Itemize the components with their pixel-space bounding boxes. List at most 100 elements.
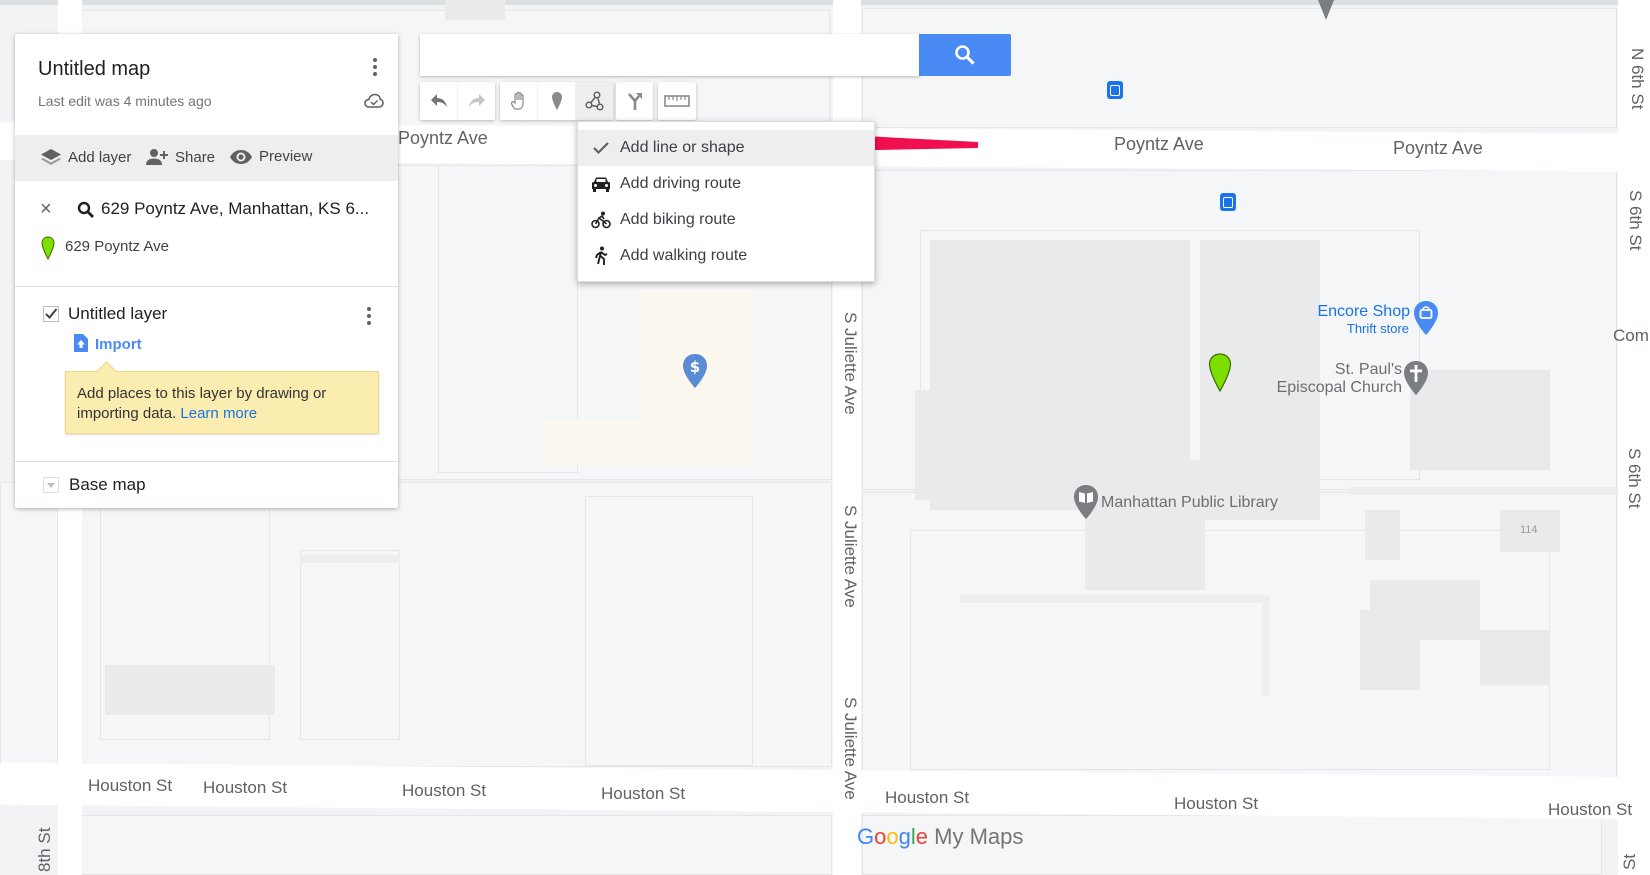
base-map-toggle[interactable] [43, 477, 59, 493]
building [105, 665, 275, 715]
shopping-pin-icon[interactable] [1413, 300, 1439, 336]
menu-item-label: Add walking route [620, 247, 748, 264]
preview-label: Preview [259, 148, 313, 165]
last-edit-status: Last edit was 4 minutes ago [38, 93, 212, 109]
layers-icon [41, 149, 61, 165]
search-query: 629 Poyntz Ave, Manhattan, KS 6... [101, 199, 370, 218]
menu-item-add-line-or-shape[interactable]: Add line or shape [578, 130, 874, 166]
menu-item-label: Add biking route [620, 211, 736, 228]
add-layer-button[interactable]: Add layer [40, 148, 131, 166]
eye-icon [230, 149, 252, 164]
street-label: Poyntz Ave [398, 128, 488, 148]
close-search-icon[interactable]: × [40, 198, 52, 221]
menu-item-add-biking-route[interactable]: Add biking route [578, 202, 874, 238]
layer-tip: Add places to this layer by drawing or i… [65, 361, 379, 434]
google-letter: g [898, 824, 911, 849]
measure-group [658, 82, 696, 120]
search-button[interactable] [919, 34, 1011, 76]
add-marker-button[interactable] [538, 82, 576, 120]
base-map-label[interactable]: Base map [69, 475, 146, 495]
poi-name[interactable]: Episcopal Church [1230, 379, 1402, 397]
measure-button[interactable] [658, 82, 696, 120]
library-pin-icon[interactable] [1073, 484, 1099, 520]
poi-name[interactable]: St. Paul's [1230, 361, 1402, 379]
map-block [80, 815, 832, 875]
tools-group [500, 82, 613, 120]
church-pin-icon[interactable] [1403, 360, 1429, 396]
poi-type: Thrift store [1346, 321, 1409, 336]
menu-item-label: Add line or shape [620, 139, 745, 156]
import-link[interactable]: Import [95, 336, 142, 353]
building [915, 390, 995, 500]
building [1085, 460, 1205, 590]
bank-lot [545, 420, 655, 465]
menu-item-add-walking-route[interactable]: Add walking route [578, 238, 874, 274]
directions-group [616, 82, 653, 120]
draw-menu: Add line or shape Add driving route Add … [577, 121, 875, 282]
caret-down-icon [47, 482, 55, 488]
product-name: My Maps [934, 824, 1024, 849]
bank-pin-icon[interactable]: $ [682, 353, 708, 389]
preview-button[interactable]: Preview [229, 148, 312, 165]
add-directions-button[interactable] [616, 82, 653, 120]
bus-stop-icon[interactable] [1220, 193, 1236, 211]
more-options-icon[interactable] [373, 58, 377, 79]
location-marker-icon [41, 236, 55, 260]
share-label: Share [175, 148, 216, 166]
street-label: S Juliette Ave [841, 505, 860, 608]
map-pin-icon [1318, 0, 1334, 20]
redo-button[interactable] [458, 82, 495, 120]
street-label: S Juliette Ave [841, 697, 860, 800]
lot [910, 530, 1550, 770]
street-label: Poyntz Ave [1114, 134, 1204, 154]
bike-icon [591, 211, 611, 229]
tip-pointer [97, 361, 116, 380]
google-letter: e [915, 824, 929, 849]
street-label: Houston St [88, 776, 173, 795]
share-button[interactable]: Share [145, 148, 215, 166]
map-title[interactable]: Untitled map [38, 58, 150, 81]
undo-button[interactable] [420, 82, 458, 120]
driveway [1350, 487, 1618, 495]
draw-line-button[interactable] [576, 82, 613, 120]
draw-line-icon [584, 91, 604, 111]
search-icon [955, 45, 975, 65]
directions-icon [627, 93, 642, 110]
cloud-saved-icon [364, 93, 384, 108]
map-block [0, 482, 58, 767]
check-icon [593, 142, 609, 155]
layer-checkbox[interactable] [43, 306, 59, 322]
street-label: Houston St [402, 781, 487, 800]
tip-text: Add places to this layer by drawing or i… [77, 384, 372, 424]
select-tool-button[interactable] [500, 82, 538, 120]
search-result-section: × 629 Poyntz Ave, Manhattan, KS 6... 629… [15, 181, 398, 321]
lot [585, 496, 753, 766]
map-search-input[interactable] [420, 34, 920, 76]
lot [300, 550, 400, 740]
layer-name[interactable]: Untitled layer [68, 304, 167, 324]
menu-item-add-driving-route[interactable]: Add driving route [578, 166, 874, 202]
search-icon [77, 201, 94, 218]
bus-stop-icon[interactable] [1107, 81, 1123, 99]
add-layer-label: Add layer [68, 148, 132, 166]
street-label: Houston St [601, 784, 686, 803]
street-label: S Juliette Ave [841, 312, 860, 415]
layer-options-icon[interactable] [367, 307, 371, 328]
building [1480, 630, 1550, 685]
menu-item-label: Add driving route [620, 175, 741, 192]
marker-icon [551, 92, 562, 110]
location-marker-icon[interactable] [1208, 353, 1232, 393]
driveway [960, 595, 1270, 603]
learn-more-link[interactable]: Learn more [180, 405, 257, 422]
poi-name[interactable]: Manhattan Public Library [1101, 494, 1278, 512]
panel-action-bar: Add layer Share Preview [15, 135, 398, 181]
poi-name[interactable]: Encore Shop [1300, 303, 1410, 321]
street-label: 8th St [35, 827, 54, 872]
street-label: Houston St [885, 788, 970, 807]
undo-redo-group [420, 82, 495, 120]
road-sixth [1618, 0, 1650, 875]
svg-text:$: $ [690, 358, 700, 376]
ruler-icon [664, 95, 690, 107]
street-label: Poyntz Ave [1393, 138, 1483, 158]
search-result-place[interactable]: 629 Poyntz Ave [65, 238, 169, 255]
